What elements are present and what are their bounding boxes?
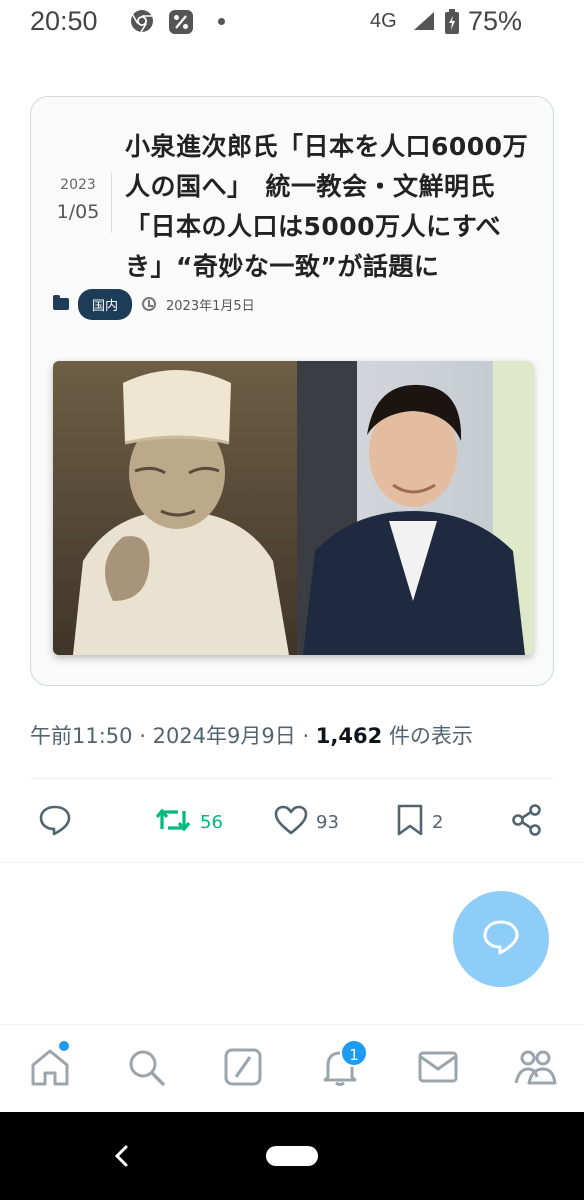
- bookmark-icon: [396, 803, 424, 841]
- published-date: 2023年1月5日: [166, 298, 255, 314]
- bottom-navigation: 1: [0, 1024, 584, 1112]
- reply-plus-icon: [481, 918, 521, 960]
- nav-grok[interactable]: [221, 1047, 265, 1091]
- nav-communities[interactable]: [513, 1047, 557, 1091]
- like-button[interactable]: 93: [274, 800, 339, 844]
- post-actions: 56 93 2: [0, 800, 584, 844]
- home-icon: [29, 1047, 71, 1091]
- bookmark-count: 2: [432, 811, 444, 833]
- article-meta: 国内 2023年1月5日: [53, 288, 255, 320]
- retweet-icon: [154, 805, 192, 839]
- separator-dot: ·: [139, 724, 153, 748]
- post-time: 午前11:50: [30, 724, 133, 748]
- views-count[interactable]: 1,462: [316, 724, 382, 748]
- communities-icon: [513, 1047, 557, 1091]
- home-unread-dot: [59, 1041, 69, 1051]
- notification-dot: [218, 18, 225, 25]
- post-info-line: 午前11:50 · 2024年9月9日 · 1,462 件の表示: [30, 720, 473, 750]
- share-icon: [510, 803, 544, 841]
- divider: [0, 862, 584, 863]
- reply-icon: [38, 804, 72, 840]
- post-date: 2024年9月9日: [152, 724, 296, 748]
- network-type: 4G: [370, 10, 397, 32]
- article-thumbnail: [53, 361, 533, 655]
- home-gesture-pill[interactable]: [266, 1146, 318, 1166]
- messages-icon: [417, 1049, 459, 1089]
- chrome-icon: [130, 9, 156, 35]
- retweet-count: 56: [200, 811, 223, 833]
- grok-icon: [223, 1047, 263, 1091]
- nav-messages[interactable]: [416, 1047, 460, 1091]
- portrait-right: [297, 361, 533, 655]
- back-chevron-icon[interactable]: [112, 1144, 132, 1172]
- compose-reply-button[interactable]: [453, 891, 549, 987]
- reply-button[interactable]: [38, 800, 72, 844]
- status-bar: 20:50 4G 75%: [0, 0, 584, 48]
- nav-home[interactable]: [28, 1047, 72, 1091]
- status-time: 20:50: [30, 6, 98, 36]
- article-link-card[interactable]: 2023 1/05 小泉進次郎氏「日本を人口6000万人の国へ」 統一教会・文鮮…: [30, 96, 554, 686]
- like-icon: [274, 805, 308, 839]
- folder-icon: [53, 295, 69, 310]
- notification-badge: 1: [340, 1039, 368, 1067]
- like-count: 93: [316, 811, 339, 833]
- views-label: 件の表示: [388, 724, 473, 748]
- system-navigation-bar: [0, 1112, 584, 1200]
- article-date-day: 1/05: [56, 201, 100, 223]
- clock-icon: [142, 297, 157, 311]
- signal-icon: [412, 10, 436, 36]
- divider: [30, 778, 554, 779]
- category-tag[interactable]: 国内: [78, 288, 133, 320]
- portrait-left: [53, 361, 297, 655]
- battery-percent: 75%: [468, 6, 523, 36]
- battery-charging-icon: [444, 8, 460, 40]
- search-icon: [126, 1047, 166, 1091]
- bookmark-button[interactable]: 2: [396, 800, 443, 844]
- article-date-year: 2023: [60, 177, 96, 193]
- date-divider: [111, 173, 112, 233]
- share-button[interactable]: [510, 800, 544, 844]
- nav-search[interactable]: [124, 1047, 168, 1091]
- separator-dot: ·: [302, 724, 316, 748]
- retweet-button[interactable]: 56: [154, 800, 223, 844]
- article-title: 小泉進次郎氏「日本を人口6000万人の国へ」 統一教会・文鮮明氏「日本の人口は5…: [125, 132, 529, 281]
- percent-app-icon: [168, 9, 194, 35]
